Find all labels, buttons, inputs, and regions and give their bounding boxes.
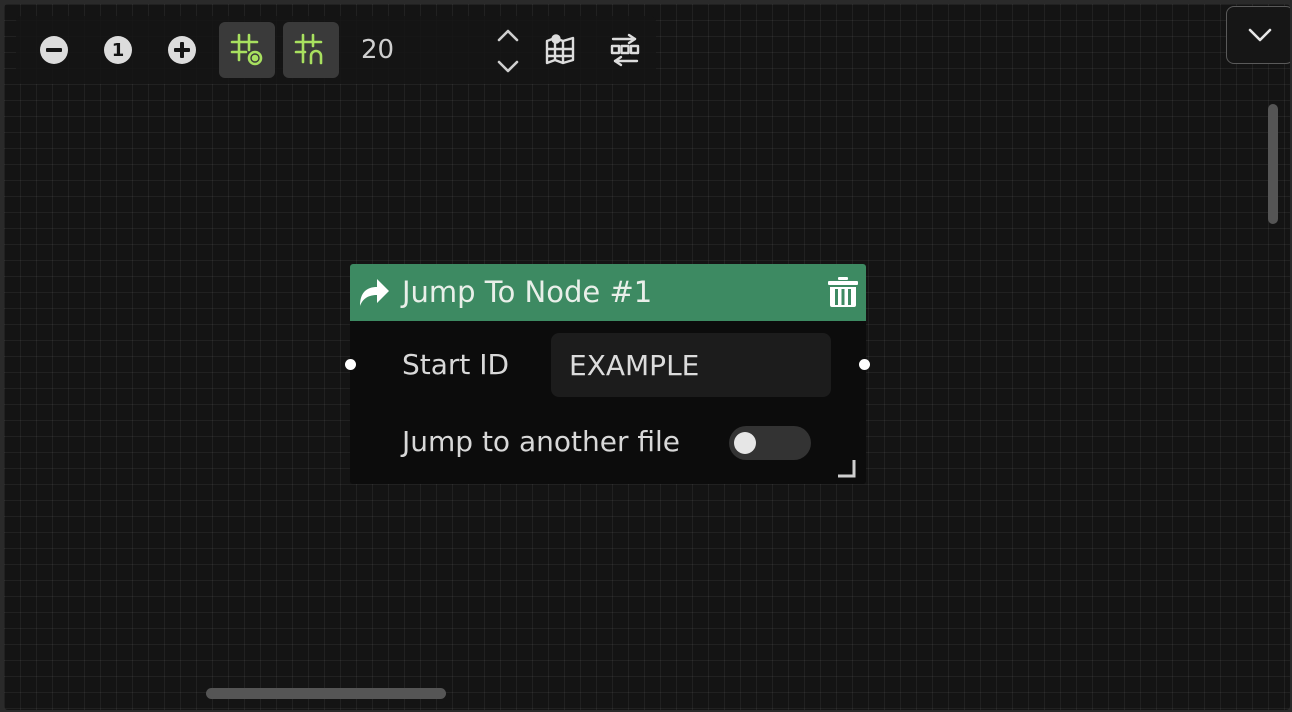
horizontal-scrollbar[interactable] bbox=[206, 688, 446, 699]
zoom-reset-button[interactable]: 1 bbox=[90, 22, 146, 78]
start-id-input[interactable] bbox=[551, 333, 831, 397]
grid-size-stepper[interactable] bbox=[494, 28, 522, 74]
zoom-reset-label: 1 bbox=[111, 39, 125, 61]
chevron-up-icon[interactable] bbox=[497, 28, 519, 42]
arrange-icon bbox=[610, 33, 640, 67]
grid-eye-icon bbox=[230, 33, 263, 66]
grid-magnet-icon bbox=[294, 33, 323, 65]
options-dropdown-button[interactable] bbox=[1226, 6, 1290, 64]
jump-file-label: Jump to another file bbox=[402, 425, 681, 458]
input-port[interactable] bbox=[345, 359, 356, 370]
canvas-toolbar: 1 20 bbox=[16, 16, 656, 84]
jump-to-node-card[interactable]: Jump To Node #1 Start ID Jump to another… bbox=[350, 264, 866, 484]
node-header[interactable]: Jump To Node #1 bbox=[350, 264, 866, 321]
chevron-down-icon[interactable] bbox=[497, 60, 519, 74]
chevron-down-icon bbox=[1248, 28, 1272, 42]
start-id-label: Start ID bbox=[402, 348, 510, 381]
resize-handle-icon[interactable] bbox=[836, 458, 856, 478]
grid-size-value[interactable]: 20 bbox=[361, 33, 491, 67]
trash-icon[interactable] bbox=[827, 276, 859, 308]
vertical-scrollbar[interactable] bbox=[1268, 104, 1278, 224]
plus-circle-icon bbox=[168, 36, 196, 64]
minimap-button[interactable] bbox=[533, 22, 589, 78]
jump-file-toggle[interactable] bbox=[729, 426, 811, 460]
redirect-arrow-icon bbox=[360, 279, 389, 306]
one-circle-icon: 1 bbox=[104, 36, 132, 64]
toggle-knob bbox=[734, 432, 756, 454]
map-icon bbox=[545, 34, 575, 65]
graph-canvas[interactable]: 1 20 Jump To Node #1 Start ID EXAMPLE Ju… bbox=[4, 4, 1290, 710]
zoom-in-button[interactable] bbox=[154, 22, 210, 78]
show-grid-button[interactable] bbox=[219, 22, 275, 78]
minus-circle-icon bbox=[40, 36, 68, 64]
node-title: Jump To Node #1 bbox=[402, 275, 653, 309]
auto-layout-button[interactable] bbox=[597, 22, 653, 78]
snap-to-grid-button[interactable] bbox=[283, 22, 339, 78]
output-port[interactable] bbox=[859, 359, 870, 370]
zoom-out-button[interactable] bbox=[26, 22, 82, 78]
